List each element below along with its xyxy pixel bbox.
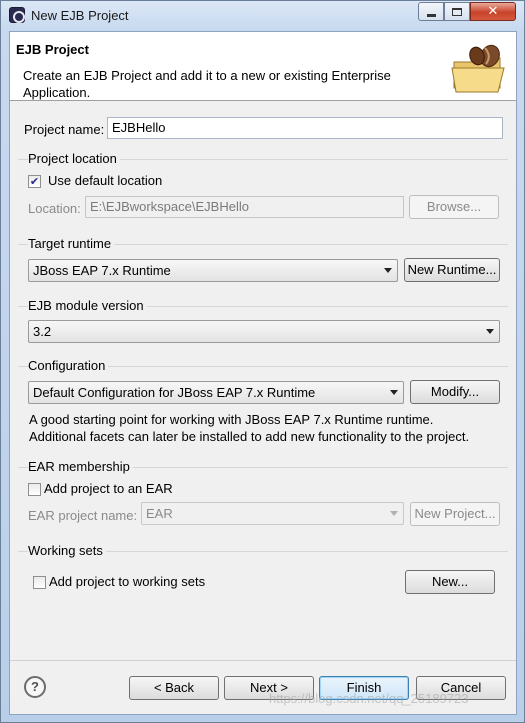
configuration-title: Configuration: [28, 358, 109, 373]
back-button[interactable]: < Back: [129, 676, 219, 700]
close-icon: ✕: [487, 4, 499, 19]
configuration-value: Default Configuration for JBoss EAP 7.x …: [33, 385, 316, 400]
project-name-input[interactable]: EJBHello: [107, 117, 503, 139]
location-label: Location:: [28, 201, 81, 216]
dialog-client-area: EJB Project Create an EJB Project and ad…: [9, 31, 517, 715]
banner-title: EJB Project: [16, 42, 89, 57]
ear-project-name-value: EAR: [146, 506, 173, 521]
add-to-working-sets-label: Add project to working sets: [49, 574, 206, 589]
chevron-down-icon: [486, 329, 494, 334]
eclipse-app-icon: [9, 7, 25, 23]
target-runtime-title: Target runtime: [28, 236, 115, 251]
target-runtime-value: JBoss EAP 7.x Runtime: [33, 263, 171, 278]
new-runtime-button[interactable]: New Runtime...: [404, 258, 500, 282]
new-project-button[interactable]: New Project...: [410, 502, 500, 526]
modify-button[interactable]: Modify...: [410, 380, 500, 404]
location-input[interactable]: E:\EJBworkspace\EJBHello: [85, 196, 404, 218]
configuration-description-line2: Additional facets can later be installed…: [29, 429, 470, 444]
add-to-ear-checkbox[interactable]: [28, 483, 41, 496]
ejb-module-version-title: EJB module version: [28, 298, 147, 313]
add-to-working-sets-checkbox[interactable]: [33, 576, 46, 589]
target-runtime-select[interactable]: JBoss EAP 7.x Runtime: [28, 259, 398, 282]
project-name-label: Project name:: [24, 122, 105, 137]
minimize-button[interactable]: [418, 2, 444, 21]
new-working-set-button[interactable]: New...: [405, 570, 495, 594]
working-sets-title: Working sets: [28, 543, 106, 558]
browse-button[interactable]: Browse...: [409, 195, 499, 219]
ejb-folder-bean-icon: [451, 44, 505, 93]
new-ejb-project-window: New EJB Project ✕ EJB Project Create an …: [0, 0, 525, 723]
watermark: https://blog.csdn.net/qq_25189723: [269, 691, 469, 706]
banner-description: Create an EJB Project and add it to a ne…: [23, 68, 391, 100]
title-bar[interactable]: New EJB Project ✕: [1, 1, 524, 31]
configuration-select[interactable]: Default Configuration for JBoss EAP 7.x …: [28, 381, 404, 404]
ejb-module-version-select[interactable]: 3.2: [28, 320, 500, 343]
footer-separator: [10, 660, 516, 661]
project-location-title: Project location: [28, 151, 120, 166]
chevron-down-icon: [384, 268, 392, 273]
chevron-down-icon: [390, 511, 398, 516]
use-default-location-checkbox[interactable]: ✔: [28, 175, 41, 188]
minimize-icon: [426, 14, 436, 17]
help-icon[interactable]: ?: [24, 676, 46, 698]
window-title: New EJB Project: [31, 8, 129, 23]
maximize-icon: [452, 7, 462, 16]
ear-project-name-select[interactable]: EAR: [141, 502, 404, 525]
ejb-module-version-value: 3.2: [33, 324, 52, 339]
chevron-down-icon: [390, 390, 398, 395]
close-button[interactable]: ✕: [470, 2, 516, 21]
add-to-ear-label: Add project to an EAR: [44, 481, 173, 496]
ear-membership-title: EAR membership: [28, 459, 133, 474]
ear-project-name-label: EAR project name:: [28, 508, 138, 523]
maximize-button[interactable]: [444, 2, 470, 21]
wizard-banner: EJB Project Create an EJB Project and ad…: [10, 32, 516, 101]
use-default-location-label: Use default location: [48, 173, 163, 188]
configuration-description-line1: A good starting point for working with J…: [29, 412, 434, 427]
